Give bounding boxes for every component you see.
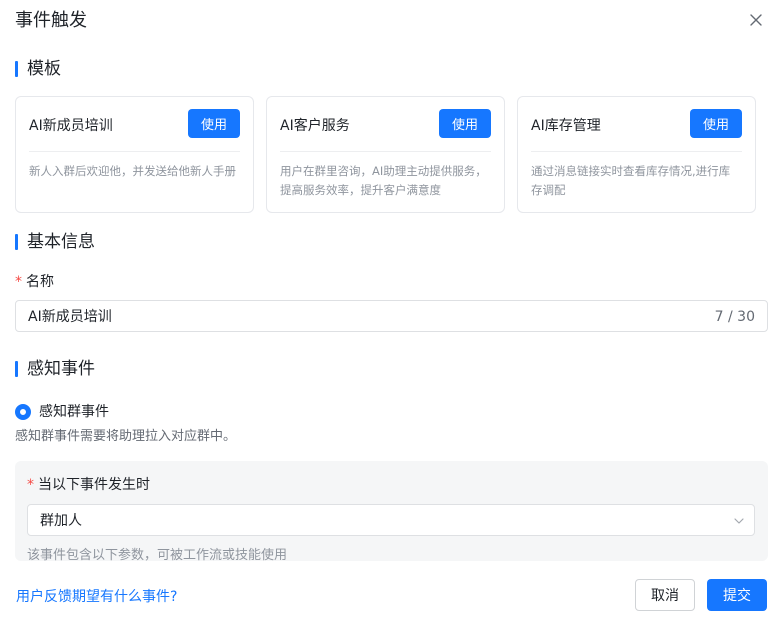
- template-card-title: AI客户服务: [280, 118, 350, 134]
- card-divider: [531, 151, 742, 152]
- section-accent-bar: [15, 61, 18, 77]
- close-icon[interactable]: [745, 9, 767, 31]
- trigger-label: * 当以下事件发生时: [27, 475, 150, 495]
- template-cards: AI新成员培训 使用 新人入群后欢迎他，并发送给他新人手册 AI客户服务 使用 …: [15, 96, 756, 213]
- submit-button[interactable]: 提交: [707, 579, 767, 611]
- use-template-button[interactable]: 使用: [188, 109, 240, 138]
- card-divider: [29, 151, 240, 152]
- group-event-radio-label: 感知群事件: [39, 404, 109, 420]
- name-input-value[interactable]: AI新成员培训: [28, 307, 112, 327]
- trigger-label-text: 当以下事件发生时: [38, 477, 150, 493]
- name-char-count: 7 / 30: [714, 309, 755, 325]
- card-divider: [280, 151, 491, 152]
- trigger-event-select-value: 群加人: [40, 513, 82, 529]
- name-label-text: 名称: [26, 274, 54, 290]
- perception-heading-text: 感知事件: [27, 359, 95, 379]
- radio-selected-icon[interactable]: [15, 404, 31, 420]
- template-card-inventory: AI库存管理 使用 通过消息链接实时查看库存情况,进行库存调配: [517, 96, 756, 213]
- group-event-radio-option[interactable]: 感知群事件: [15, 402, 109, 422]
- event-params-note: 该事件包含以下参数，可被工作流或技能使用: [27, 548, 288, 561]
- template-card-new-member: AI新成员培训 使用 新人入群后欢迎他，并发送给他新人手册: [15, 96, 254, 213]
- use-template-button[interactable]: 使用: [439, 109, 491, 138]
- dialog-footer: 用户反馈期望有什么事件? 取消 提交: [0, 561, 784, 622]
- templates-heading: 模板: [15, 58, 61, 80]
- section-accent-bar: [15, 361, 18, 377]
- perception-heading: 感知事件: [15, 358, 95, 380]
- use-template-button[interactable]: 使用: [690, 109, 742, 138]
- template-card-title: AI新成员培训: [29, 118, 113, 134]
- templates-heading-text: 模板: [27, 59, 61, 79]
- template-card-description: 新人入群后欢迎他，并发送给他新人手册: [29, 164, 236, 178]
- required-mark: *: [27, 477, 34, 493]
- dialog-title: 事件触发: [15, 10, 87, 31]
- feedback-link[interactable]: 用户反馈期望有什么事件?: [16, 587, 177, 607]
- name-label: * 名称: [15, 272, 54, 292]
- event-trigger-dialog: 事件触发 模板 AI新成员培训 使用 新人入群后欢迎他，并发送给他新人手册 AI…: [0, 0, 784, 622]
- basic-info-heading-text: 基本信息: [27, 232, 95, 252]
- template-card-description: 通过消息链接实时查看库存情况,进行库存调配: [531, 164, 731, 197]
- template-card-customer-service: AI客户服务 使用 用户在群里咨询，AI助理主动提供服务，提高服务效率，提升客户…: [266, 96, 505, 213]
- required-mark: *: [15, 274, 22, 290]
- basic-info-heading: 基本信息: [15, 231, 95, 253]
- chevron-down-icon: [734, 518, 744, 524]
- trigger-event-select[interactable]: 群加人: [27, 504, 755, 536]
- section-accent-bar: [15, 234, 18, 250]
- trigger-config-panel: * 当以下事件发生时 群加人 该事件包含以下参数，可被工作流或技能使用: [15, 461, 768, 561]
- name-input[interactable]: AI新成员培训 7 / 30: [15, 300, 768, 332]
- template-card-description: 用户在群里咨询，AI助理主动提供服务，提高服务效率，提升客户满意度: [280, 164, 487, 197]
- group-event-hint: 感知群事件需要将助理拉入对应群中。: [15, 429, 237, 444]
- cancel-button[interactable]: 取消: [635, 579, 695, 611]
- template-card-title: AI库存管理: [531, 118, 601, 134]
